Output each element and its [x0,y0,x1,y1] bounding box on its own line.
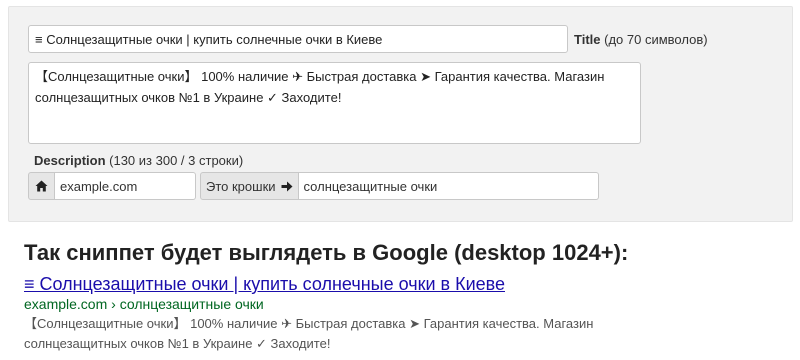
home-icon [35,180,48,192]
description-counter-value: 130 [113,153,136,168]
title-label-hint: (до 70 символов) [604,31,708,47]
serp-url: example.com › солнцезащитные очки [24,296,264,312]
crumbs-button-label: Это крошки [206,178,276,194]
description-label-bold: Description [34,153,106,168]
crumbs-input[interactable]: солнцезащитные очки [298,172,599,200]
arrow-right-icon [281,181,293,191]
title-label: Title (до 70 символов) [574,32,708,47]
serp-title-link[interactable]: ≡ Солнцезащитные очки | купить солнечные… [24,274,505,295]
serp-description: 【Солнцезащитные очки】 100% наличие ✈ Быс… [24,316,594,351]
preview-heading: Так сниппет будет выглядеть в Google (de… [24,240,629,265]
description-label: Description (130 из 300 / 3 строки) [34,153,243,168]
title-row: ≡ Солнцезащитные очки | купить солнечные… [28,25,708,53]
description-textarea[interactable]: 【Солнцезащитные очки】 100% наличие ✈ Быс… [28,62,641,144]
snippet-form-panel: ≡ Солнцезащитные очки | купить солнечные… [8,6,793,222]
title-label-bold: Title [574,31,601,47]
domain-input[interactable]: example.com [55,172,196,200]
url-row: example.com Это крошки солнцезащитные оч… [28,172,599,200]
home-button[interactable] [28,172,55,200]
description-counter-rest: из 300 / 3 строки) [135,153,244,168]
crumbs-button[interactable]: Это крошки [200,172,299,200]
title-input[interactable]: ≡ Солнцезащитные очки | купить солнечные… [28,25,568,53]
